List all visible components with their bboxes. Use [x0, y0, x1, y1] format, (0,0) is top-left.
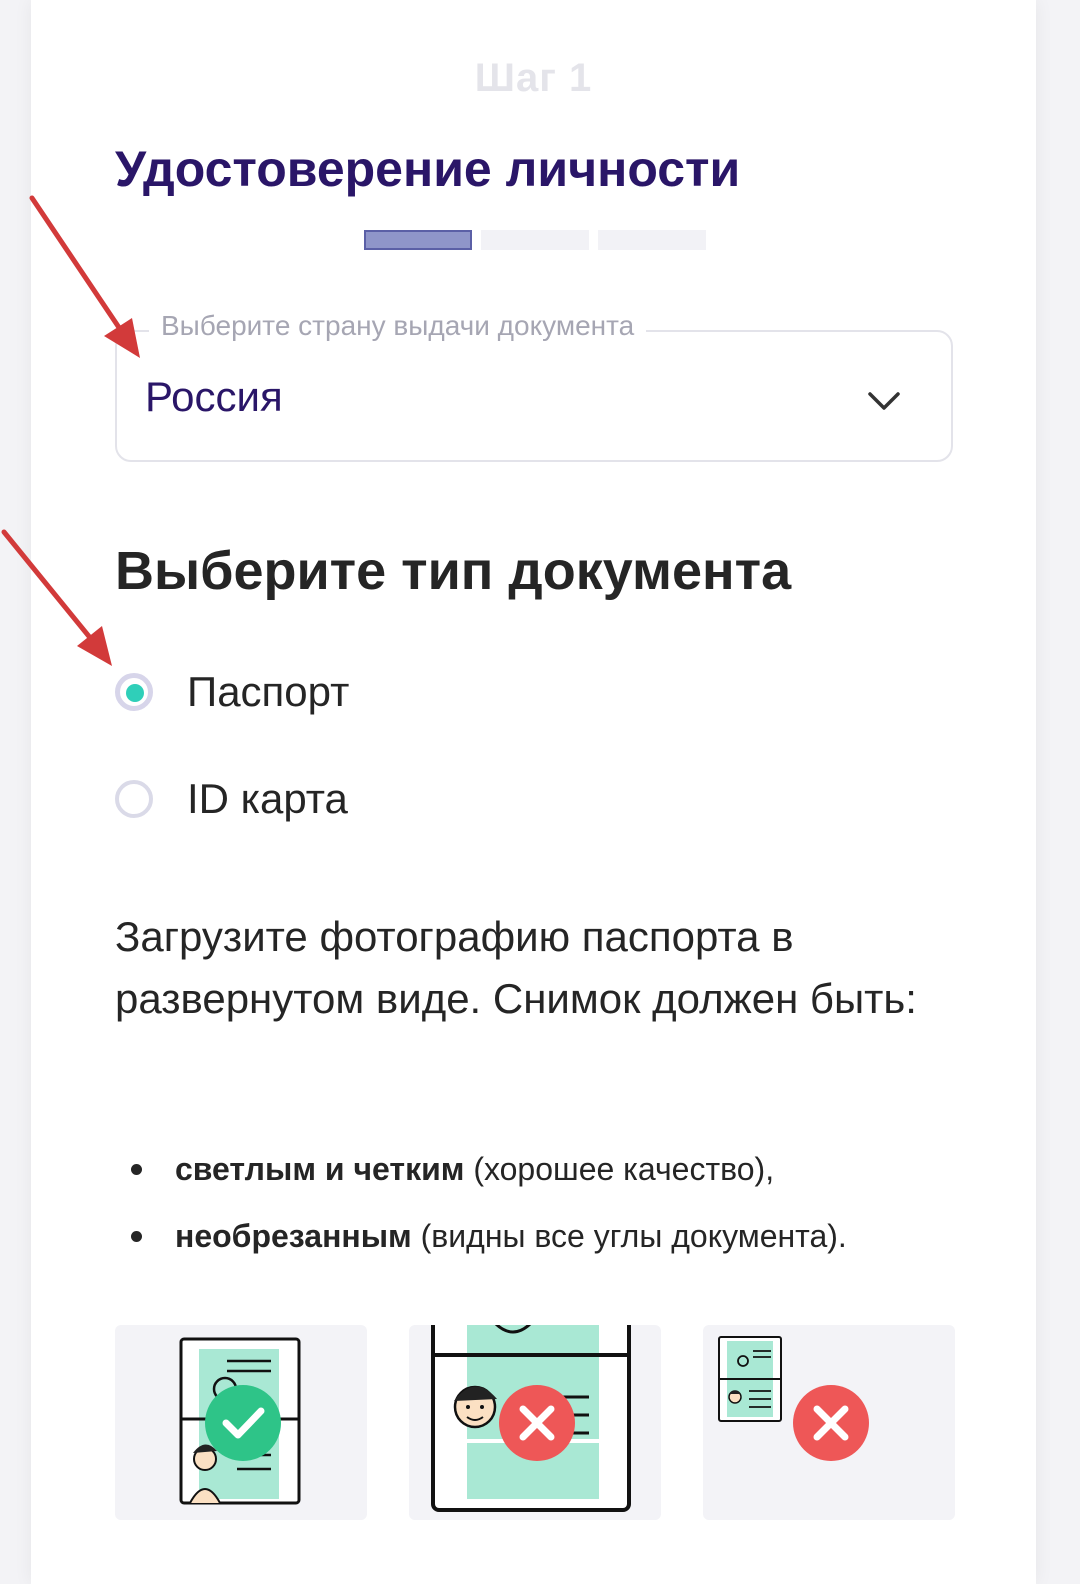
radio-button-passport[interactable] [115, 673, 153, 711]
requirement-text: (хорошее качество), [464, 1151, 775, 1187]
passport-correct-example-icon [179, 1337, 301, 1505]
example-tile-cropped [409, 1325, 661, 1520]
bullet-dot [131, 1231, 142, 1242]
step-progress-bar [364, 230, 706, 250]
progress-segment-2 [481, 230, 589, 250]
passport-cropped-example-icon [431, 1325, 631, 1512]
requirement-item: светлым и четким (хорошее качество), [115, 1146, 847, 1213]
requirement-bold: светлым и четким [175, 1151, 465, 1187]
photo-examples [115, 1325, 955, 1520]
radio-label-id-card[interactable]: ID карта [187, 775, 348, 823]
requirements-list: светлым и четким (хорошее качество), нео… [115, 1146, 847, 1280]
radio-option-passport[interactable]: Паспорт [115, 668, 349, 716]
requirement-text: (видны все углы документа). [411, 1218, 847, 1254]
step-label: Шаг 1 [474, 56, 593, 100]
radio-label-passport[interactable]: Паспорт [187, 668, 349, 716]
passport-too-small-example-icon [718, 1336, 869, 1461]
radio-option-id-card[interactable]: ID карта [115, 775, 348, 823]
requirement-bold: необрезанным [175, 1218, 412, 1254]
verification-card: Шаг 1 Удостоверение личности Выберите ст… [31, 0, 1036, 1584]
radio-button-id-card[interactable] [115, 780, 153, 818]
progress-segment-1 [364, 230, 472, 250]
progress-segment-3 [598, 230, 706, 250]
country-select-value[interactable]: Россия [145, 373, 283, 421]
bullet-dot [131, 1164, 142, 1175]
chevron-down-icon[interactable] [867, 386, 901, 416]
example-tile-too-small [703, 1325, 955, 1520]
example-tile-correct [115, 1325, 367, 1520]
document-type-heading: Выберите тип документа [115, 541, 792, 601]
page-title: Удостоверение личности [115, 141, 741, 197]
upload-instruction: Загрузите фотографию паспорта в разверну… [115, 913, 917, 1022]
requirement-item: необрезанным (видны все углы документа). [115, 1213, 847, 1280]
country-select-label: Выберите страну выдачи документа [149, 310, 647, 342]
